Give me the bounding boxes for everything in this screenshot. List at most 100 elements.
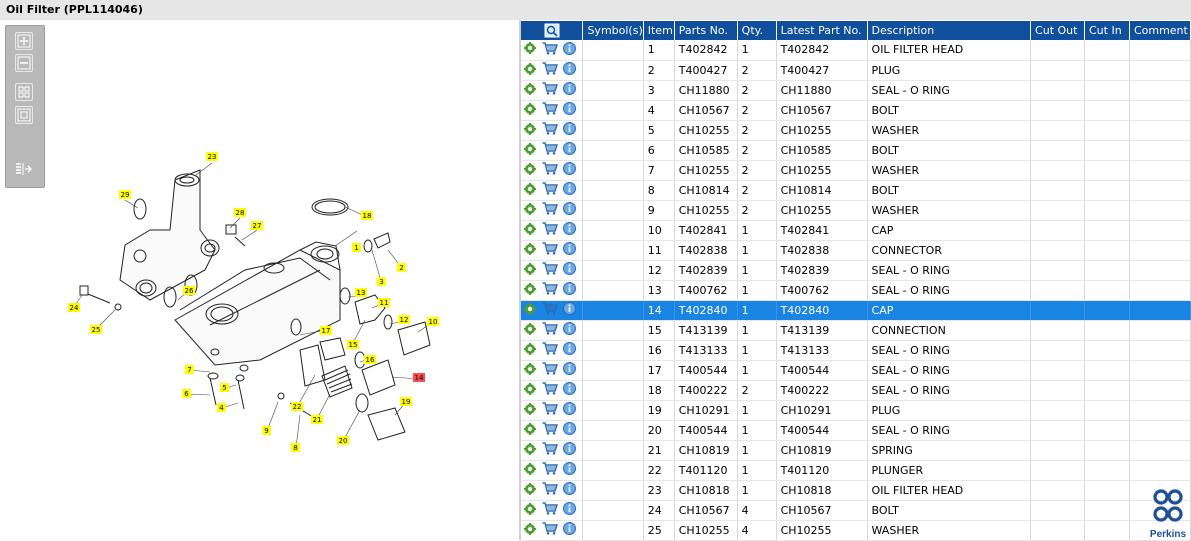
cell-qty[interactable]: 1 [737, 240, 777, 261]
cell-comment[interactable] [1129, 160, 1191, 181]
cart-icon[interactable] [542, 322, 558, 338]
cell-latest-part-no[interactable]: CH10818 [776, 480, 868, 501]
cell-item[interactable]: 24 [643, 500, 675, 521]
cell-comment[interactable] [1129, 300, 1191, 321]
gear-icon[interactable] [524, 402, 536, 418]
cell-parts-no[interactable]: CH10567 [674, 100, 738, 121]
cell-qty[interactable]: 2 [737, 380, 777, 401]
cell-latest-part-no[interactable]: CH10255 [776, 520, 868, 541]
gear-icon[interactable] [524, 442, 536, 458]
col-header-qty[interactable]: Qty. [737, 21, 777, 40]
gear-icon[interactable] [524, 522, 536, 538]
cell-latest-part-no[interactable]: T400762 [776, 280, 868, 301]
cell-parts-no[interactable]: T402838 [674, 240, 738, 261]
info-icon[interactable] [563, 422, 576, 438]
cart-icon[interactable] [542, 82, 558, 98]
cart-icon[interactable] [542, 282, 558, 298]
table-row[interactable]: 2 T400427 2 T400427 PLUG [521, 60, 1191, 81]
info-icon[interactable] [563, 382, 576, 398]
cell-description[interactable]: SEAL - O RING [867, 360, 1032, 381]
cell-qty[interactable]: 1 [737, 480, 777, 501]
cell-qty[interactable]: 1 [737, 360, 777, 381]
cell-item[interactable]: 21 [643, 440, 675, 461]
cell-qty[interactable]: 2 [737, 100, 777, 121]
gear-icon[interactable] [524, 82, 536, 98]
cell-symbols[interactable] [582, 320, 644, 341]
cell-parts-no[interactable]: CH11880 [674, 80, 738, 101]
cart-icon[interactable] [542, 62, 558, 78]
cell-cut-out[interactable] [1030, 100, 1085, 121]
cell-latest-part-no[interactable]: T402840 [776, 300, 868, 321]
col-header-parts-no[interactable]: Parts No. [674, 21, 738, 40]
gear-icon[interactable] [524, 502, 536, 518]
col-header-item[interactable]: Item [643, 21, 675, 40]
cell-comment[interactable] [1129, 80, 1191, 101]
gear-icon[interactable] [524, 282, 536, 298]
cell-symbols[interactable] [582, 160, 644, 181]
cell-latest-part-no[interactable]: T400544 [776, 420, 868, 441]
cell-description[interactable]: PLUNGER [867, 460, 1032, 481]
cell-parts-no[interactable]: T402841 [674, 220, 738, 241]
table-row[interactable]: 1 T402842 1 T402842 OIL FILTER HEAD [521, 40, 1191, 61]
cell-comment[interactable] [1129, 200, 1191, 221]
info-icon[interactable] [563, 202, 576, 218]
table-row[interactable]: 8 CH10814 2 CH10814 BOLT [521, 180, 1191, 201]
cart-icon[interactable] [542, 262, 558, 278]
info-icon[interactable] [563, 302, 576, 318]
cell-latest-part-no[interactable]: CH11880 [776, 80, 868, 101]
cell-parts-no[interactable]: CH10291 [674, 400, 738, 421]
cell-symbols[interactable] [582, 360, 644, 381]
cell-parts-no[interactable]: T413133 [674, 340, 738, 361]
cell-description[interactable]: PLUG [867, 60, 1032, 81]
cell-symbols[interactable] [582, 280, 644, 301]
gear-icon[interactable] [524, 362, 536, 378]
cell-cut-out[interactable] [1030, 260, 1085, 281]
cell-cut-in[interactable] [1084, 80, 1130, 101]
cell-qty[interactable]: 1 [737, 280, 777, 301]
cell-cut-in[interactable] [1084, 220, 1130, 241]
cell-comment[interactable] [1129, 440, 1191, 461]
cell-parts-no[interactable]: T400544 [674, 420, 738, 441]
cell-cut-out[interactable] [1030, 220, 1085, 241]
exploded-diagram[interactable]: 23 29 28 27 18 1 2 3 13 11 12 10 17 15 1… [0, 20, 519, 540]
cell-item[interactable]: 25 [643, 520, 675, 541]
table-row[interactable]: 4 CH10567 2 CH10567 BOLT [521, 100, 1191, 121]
table-row[interactable]: 13 T400762 1 T400762 SEAL - O RING [521, 280, 1191, 301]
gear-icon[interactable] [524, 302, 536, 318]
cell-latest-part-no[interactable]: CH10255 [776, 160, 868, 181]
cell-parts-no[interactable]: CH10585 [674, 140, 738, 161]
cell-latest-part-no[interactable]: T402842 [776, 40, 868, 61]
cell-comment[interactable] [1129, 260, 1191, 281]
gear-icon[interactable] [524, 42, 536, 57]
cell-item[interactable]: 6 [643, 140, 675, 161]
cart-icon[interactable] [542, 122, 558, 138]
cell-symbols[interactable] [582, 240, 644, 261]
cell-cut-out[interactable] [1030, 80, 1085, 101]
cell-item[interactable]: 22 [643, 460, 675, 481]
cell-comment[interactable] [1129, 400, 1191, 421]
cart-icon[interactable] [542, 302, 558, 318]
cell-symbols[interactable] [582, 440, 644, 461]
cell-description[interactable]: CONNECTION [867, 320, 1032, 341]
table-row[interactable]: 9 CH10255 2 CH10255 WASHER [521, 200, 1191, 221]
cell-cut-in[interactable] [1084, 180, 1130, 201]
cell-parts-no[interactable]: CH10255 [674, 520, 738, 541]
cell-latest-part-no[interactable]: T402838 [776, 240, 868, 261]
cell-latest-part-no[interactable]: T413139 [776, 320, 868, 341]
cell-comment[interactable] [1129, 180, 1191, 201]
info-icon[interactable] [563, 41, 576, 58]
cart-icon[interactable] [542, 482, 558, 498]
table-row[interactable]: 21 CH10819 1 CH10819 SPRING [521, 440, 1191, 461]
cell-parts-no[interactable]: CH10567 [674, 500, 738, 521]
gear-icon[interactable] [524, 122, 536, 138]
cart-icon[interactable] [542, 382, 558, 398]
cell-latest-part-no[interactable]: CH10291 [776, 400, 868, 421]
cell-parts-no[interactable]: T413139 [674, 320, 738, 341]
cell-symbols[interactable] [582, 140, 644, 161]
cell-parts-no[interactable]: T402842 [674, 40, 738, 61]
cell-parts-no[interactable]: T402839 [674, 260, 738, 281]
cell-cut-out[interactable] [1030, 500, 1085, 521]
cell-parts-no[interactable]: CH10255 [674, 200, 738, 221]
cell-cut-out[interactable] [1030, 460, 1085, 481]
gear-icon[interactable] [524, 222, 536, 238]
